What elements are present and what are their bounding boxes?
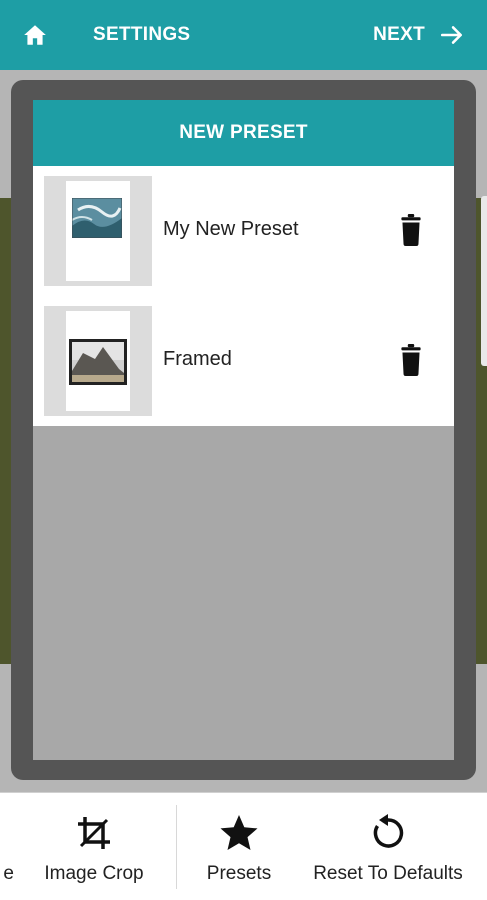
reset-icon [373, 814, 404, 848]
home-icon[interactable] [22, 22, 48, 48]
thumbnail-page [66, 181, 130, 281]
preset-dialog-body: NEW PRESET My New Preset Framed [33, 100, 454, 760]
thumbnail-image [69, 339, 127, 385]
next-label: NEXT [373, 24, 425, 45]
next-button[interactable]: NEXT [373, 22, 465, 48]
reset-to-defaults-button[interactable]: Reset To Defaults [300, 793, 476, 900]
toolbar-item-label: Reset To Defaults [313, 863, 463, 884]
new-preset-button[interactable]: NEW PRESET [33, 100, 454, 166]
preset-name: Framed [163, 348, 232, 370]
bottom-toolbar: e Image Crop Presets Reset To Defaults [0, 792, 487, 900]
thumbnail-page [66, 311, 130, 411]
preset-name: My New Preset [163, 218, 299, 240]
preset-thumbnail [44, 176, 152, 286]
presets-button[interactable]: Presets [190, 793, 288, 900]
scroll-handle[interactable] [481, 196, 487, 366]
toolbar-item-label: e [3, 863, 14, 884]
preset-item-framed[interactable]: Framed [33, 306, 454, 416]
toolbar-item-label: Image Crop [44, 863, 144, 884]
top-app-bar: SETTINGS NEXT [0, 0, 487, 70]
arrow-right-icon [440, 26, 462, 44]
preset-item-my-new-preset[interactable]: My New Preset [33, 176, 454, 286]
crop-icon [78, 817, 110, 849]
trash-icon[interactable] [398, 214, 424, 246]
image-crop-button[interactable]: Image Crop [30, 793, 158, 900]
toolbar-item-label: Presets [206, 863, 272, 884]
toolbar-divider [176, 805, 177, 889]
preset-list: My New Preset Framed [33, 166, 454, 426]
preset-dialog: NEW PRESET My New Preset Framed [11, 80, 476, 780]
thumbnail-image [72, 198, 122, 238]
trash-icon[interactable] [398, 344, 424, 376]
preset-thumbnail [44, 306, 152, 416]
settings-button[interactable]: SETTINGS [93, 24, 190, 46]
star-icon [220, 815, 258, 850]
toolbar-item-partial[interactable]: e [0, 793, 14, 900]
